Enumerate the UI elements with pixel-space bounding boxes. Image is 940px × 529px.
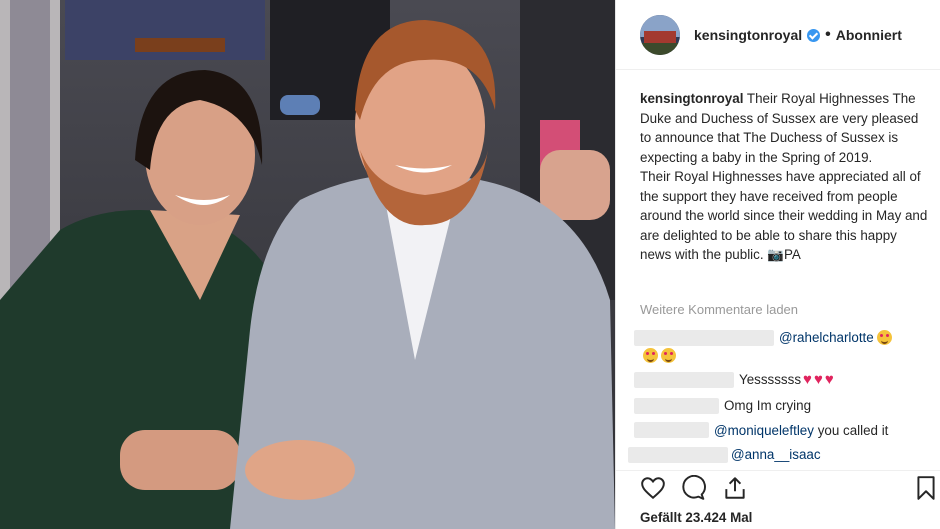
post-header: kensingtonroyal • Abonniert (616, 0, 940, 70)
comment-3-text: Omg Im crying (724, 398, 812, 413)
post-caption: kensingtonroyal Their Royal Highnesses T… (640, 89, 930, 265)
bookmark-icon[interactable] (913, 475, 939, 501)
comment-5-text[interactable]: @anna__isaac (731, 447, 821, 462)
comment-5: @anna__isaac (731, 445, 821, 465)
caption-username[interactable]: kensingtonroyal (640, 91, 743, 106)
heart-emoji-icon: ♥ (813, 371, 823, 388)
load-more-comments[interactable]: Weitere Kommentare laden (640, 302, 798, 317)
comment-2: Yesssssss ♥ ♥ ♥ (739, 370, 834, 390)
caption-paragraph-2: Their Royal Highnesses have appreciated … (640, 169, 928, 262)
comment-1-emoji-row (640, 346, 676, 366)
heart-emoji-icon: ♥ (824, 371, 834, 388)
comment-3: Omg Im crying (724, 396, 811, 416)
actions-divider (616, 470, 940, 471)
blurred-username (634, 372, 734, 388)
comment-4-text: you called it (817, 423, 889, 438)
comment-1-text[interactable]: @rahelcharlotte (779, 330, 874, 345)
blurred-username (628, 447, 728, 463)
separator-dot: • (825, 25, 831, 43)
heart-eyes-emoji-icon (661, 348, 676, 363)
heart-emoji-icon: ♥ (803, 371, 812, 388)
heart-eyes-emoji-icon (876, 330, 892, 345)
comment-2-text: Yesssssss (739, 372, 802, 387)
comment-1: @rahelcharlotte (779, 328, 892, 348)
likes-count[interactable]: Gefällt 23.424 Mal (640, 510, 752, 525)
share-icon[interactable] (722, 475, 748, 501)
heart-icon[interactable] (640, 475, 666, 501)
follow-status[interactable]: Abonniert (836, 27, 902, 43)
comment-4-mention[interactable]: @moniqueleftley (714, 423, 814, 438)
blurred-username (634, 330, 774, 346)
username[interactable]: kensingtonroyal (694, 27, 802, 43)
heart-eyes-emoji-icon (643, 348, 658, 363)
blurred-username (634, 422, 709, 438)
comment-4: @moniqueleftley you called it (714, 421, 888, 441)
blurred-username (634, 398, 719, 414)
comment-icon[interactable] (680, 474, 706, 501)
post-photo[interactable] (0, 0, 615, 529)
avatar[interactable] (640, 14, 680, 55)
verified-icon (807, 29, 821, 42)
royal-couple-photo (0, 0, 615, 529)
post-panel: kensingtonroyal • Abonniert kensingtonro… (615, 0, 940, 529)
